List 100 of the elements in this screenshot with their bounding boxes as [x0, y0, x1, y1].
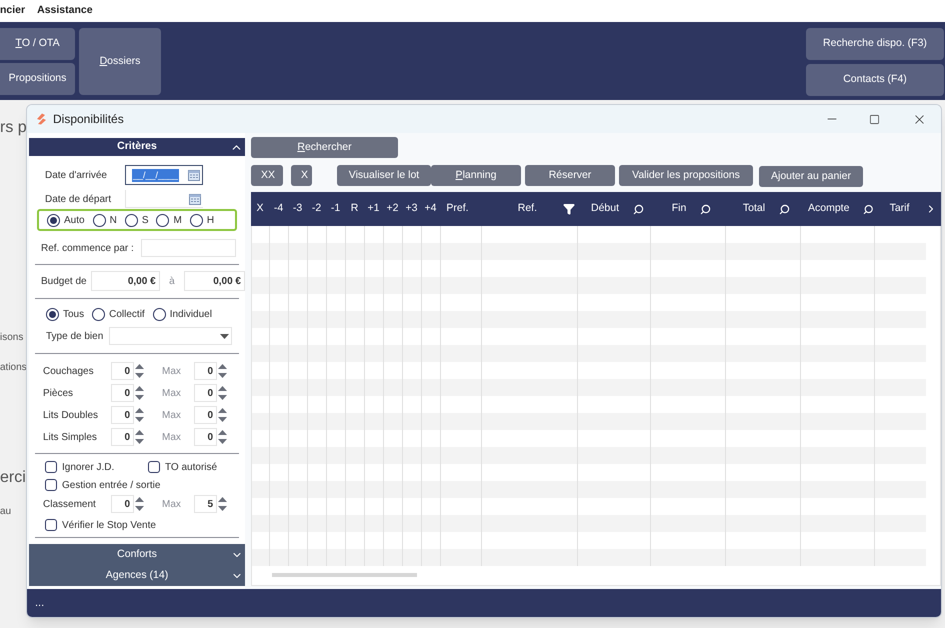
action-button[interactable]: X — [291, 165, 312, 186]
toolbar-button[interactable]: Contacts (F4) — [806, 64, 944, 96]
horizontal-scrollbar[interactable] — [272, 573, 417, 577]
checkbox[interactable] — [45, 519, 57, 531]
column-header[interactable]: R — [345, 200, 364, 218]
menu-item[interactable]: Assistance — [37, 3, 93, 19]
column-header[interactable]: X — [251, 200, 269, 218]
column-header[interactable]: -2 — [307, 200, 326, 218]
checkbox[interactable] — [148, 461, 160, 473]
radio-button[interactable] — [47, 214, 60, 226]
menu-item[interactable]: ncier — [0, 3, 26, 19]
checkbox-option[interactable]: Gestion entrée / sortie — [45, 478, 160, 492]
number-field[interactable]: 0 — [111, 406, 134, 424]
search-icon[interactable] — [700, 204, 712, 214]
calendar-icon[interactable] — [189, 192, 201, 204]
field-label: Date d'arrivée — [45, 168, 108, 182]
column-header[interactable]: +3 — [402, 200, 421, 218]
spinner-arrows-icon[interactable] — [135, 386, 144, 400]
column-header[interactable]: +4 — [421, 200, 440, 218]
search-icon[interactable] — [779, 204, 790, 214]
action-button[interactable]: Ajouter au panier — [759, 166, 863, 187]
spinner-arrows-icon[interactable] — [218, 386, 227, 400]
checkbox-option[interactable]: TO autorisé — [148, 460, 218, 474]
number-field[interactable]: 0 — [111, 495, 134, 513]
radio-option[interactable]: H — [190, 212, 214, 228]
radio-button[interactable] — [156, 214, 170, 226]
spinner-arrows-icon[interactable] — [218, 497, 227, 511]
field-label: Couchages — [43, 364, 95, 378]
toolbar-button[interactable]: TO / OTA — [0, 28, 75, 60]
section-header[interactable]: Conforts — [29, 544, 245, 565]
checkbox-option[interactable]: Vérifier le Stop Vente — [45, 518, 156, 532]
action-button[interactable]: Visualiser le lot — [337, 165, 431, 186]
column-header[interactable]: -4 — [269, 200, 288, 218]
column-header[interactable]: Tarif — [874, 200, 925, 218]
spinner-arrows-icon[interactable] — [218, 430, 227, 444]
text-field[interactable] — [141, 239, 236, 257]
column-header[interactable]: Fin — [650, 200, 725, 218]
spinner-arrows-icon[interactable] — [218, 364, 227, 378]
spinner-arrows-icon[interactable] — [218, 408, 227, 422]
radio-option[interactable]: S — [124, 212, 148, 228]
radio-button[interactable] — [190, 214, 203, 226]
checkbox[interactable] — [45, 479, 57, 491]
spinner-arrows-icon[interactable] — [135, 408, 144, 422]
number-field[interactable]: 0 — [194, 384, 217, 402]
number-field[interactable]: 0 — [194, 406, 217, 424]
radio-option[interactable]: Individuel — [152, 306, 212, 322]
column-header[interactable]: Acompte — [800, 200, 874, 218]
field-label: Max — [161, 364, 182, 378]
date-field[interactable] — [125, 190, 203, 208]
radio-option[interactable]: Tous — [46, 306, 84, 322]
number-field[interactable]: 0 — [111, 362, 134, 380]
filter-icon[interactable] — [563, 203, 575, 215]
toolbar-button[interactable]: Dossiers — [79, 28, 161, 95]
radio-button[interactable] — [46, 308, 59, 320]
panel-header[interactable]: Critères — [29, 138, 245, 156]
search-icon[interactable] — [863, 204, 874, 214]
column-header[interactable]: Ref. — [481, 200, 577, 218]
amount-field[interactable]: 0,00 € — [184, 271, 245, 291]
action-button[interactable]: Planning — [431, 165, 521, 186]
action-button[interactable]: Réserver — [525, 165, 615, 186]
checkbox[interactable] — [45, 461, 57, 473]
column-header[interactable]: -1 — [326, 200, 345, 218]
spinner-arrows-icon[interactable] — [135, 364, 144, 378]
radio-option[interactable]: Auto — [47, 212, 85, 228]
spinner-arrows-icon[interactable] — [135, 497, 144, 511]
column-header[interactable]: +2 — [383, 200, 402, 218]
field-label: Classement — [43, 498, 97, 512]
number-field[interactable]: 0 — [194, 362, 217, 380]
number-field[interactable]: 5 — [194, 495, 217, 513]
radio-button[interactable] — [152, 308, 166, 320]
field-label: Pièces — [43, 386, 74, 400]
radio-option[interactable]: Collectif — [92, 306, 145, 322]
section-header[interactable]: Agences (14) — [29, 565, 245, 586]
column-header[interactable]: -3 — [288, 200, 307, 218]
action-button[interactable]: Valider les propositions — [619, 165, 753, 186]
search-icon[interactable] — [633, 204, 644, 214]
radio-option[interactable]: M — [156, 212, 182, 228]
action-button[interactable]: XX — [251, 165, 283, 186]
radio-option[interactable]: N — [92, 212, 117, 228]
radio-button[interactable] — [92, 214, 106, 226]
date-field[interactable]: __/__/____ — [125, 165, 203, 185]
column-header[interactable]: Total — [725, 200, 800, 218]
spinner-arrows-icon[interactable] — [135, 430, 144, 444]
background-text: ations — [0, 361, 26, 375]
number-field[interactable]: 0 — [194, 428, 217, 446]
column-header[interactable]: Début — [577, 200, 650, 218]
number-field[interactable]: 0 — [111, 384, 134, 402]
number-field[interactable]: 0 — [111, 428, 134, 446]
column-header[interactable]: +1 — [364, 200, 383, 218]
checkbox-option[interactable]: Ignorer J.D. — [45, 460, 148, 474]
amount-field[interactable]: 0,00 € — [90, 271, 160, 291]
field-label: Budget de — [41, 274, 88, 288]
radio-button[interactable] — [124, 214, 138, 226]
column-header[interactable]: Pref. — [440, 200, 481, 218]
search-button[interactable]: Rechercher — [251, 137, 398, 158]
toolbar-button[interactable]: Propositions — [0, 63, 75, 95]
radio-button[interactable] — [92, 308, 106, 320]
calendar-icon[interactable] — [188, 169, 200, 181]
maximize-icon[interactable] — [869, 114, 880, 124]
toolbar-button[interactable]: Recherche dispo. (F3) — [806, 28, 944, 60]
